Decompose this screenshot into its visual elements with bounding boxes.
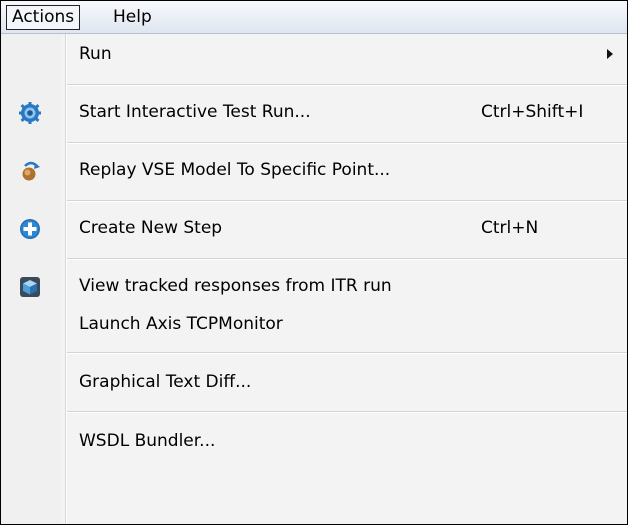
menu-separator — [67, 352, 627, 354]
menu-item-label: Start Interactive Test Run... — [79, 102, 311, 122]
menu-separator — [67, 84, 627, 86]
menu-separator — [67, 258, 627, 260]
menu-item-view-tracked-responses[interactable]: View tracked responses from ITR run — [1, 266, 627, 306]
plus-circle-icon — [20, 219, 40, 239]
menu-item-start-interactive-test-run[interactable]: Start Interactive Test Run... Ctrl+Shift… — [1, 92, 627, 132]
menu-item-label: WSDL Bundler... — [79, 431, 216, 451]
menu-item-graphical-text-diff[interactable]: Graphical Text Diff... — [1, 362, 627, 402]
menu-item-run[interactable]: Run — [1, 34, 627, 74]
submenu-arrow-icon — [607, 49, 613, 59]
actions-menu-window: Actions Help Run Start Interactive Test … — [0, 0, 628, 525]
shortcut-text: Ctrl+N — [481, 218, 539, 238]
menu-separator — [67, 411, 627, 413]
menu-help[interactable]: Help — [108, 6, 157, 29]
menu-bar: Actions Help — [1, 1, 627, 34]
menu-item-launch-axis-tcpmonitor[interactable]: Launch Axis TCPMonitor — [1, 304, 627, 344]
shortcut-text: Ctrl+Shift+I — [481, 102, 584, 122]
cube-icon — [20, 277, 40, 297]
menu-item-label: Launch Axis TCPMonitor — [79, 314, 283, 334]
menu-item-label: Graphical Text Diff... — [79, 372, 252, 392]
menu-item-label: Replay VSE Model To Specific Point... — [79, 160, 391, 180]
menu-item-label: Create New Step — [79, 218, 223, 238]
menu-item-wsdl-bundler[interactable]: WSDL Bundler... — [1, 421, 627, 461]
menu-separator — [67, 142, 627, 144]
menu-item-label: View tracked responses from ITR run — [79, 276, 392, 296]
gear-icon — [19, 102, 41, 124]
replay-icon — [22, 161, 40, 181]
menu-actions[interactable]: Actions — [6, 5, 81, 30]
menu-separator — [67, 200, 627, 202]
menu-item-label: Run — [79, 44, 112, 64]
menu-item-replay-vse-model[interactable]: Replay VSE Model To Specific Point... — [1, 150, 627, 190]
menu-item-create-new-step[interactable]: Create New Step Ctrl+N — [1, 208, 627, 248]
